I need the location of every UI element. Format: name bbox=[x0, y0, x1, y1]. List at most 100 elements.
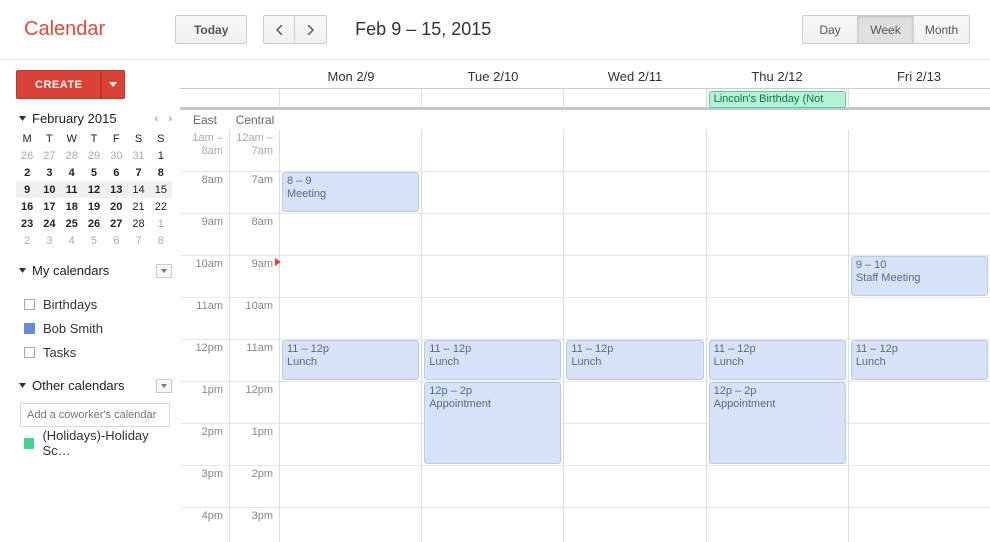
calendar-event[interactable]: 9 – 10Staff Meeting bbox=[851, 256, 988, 296]
view-month-button[interactable]: Month bbox=[914, 15, 970, 44]
minical-day[interactable]: 10 bbox=[38, 181, 60, 198]
minical-day[interactable]: 2 bbox=[16, 164, 38, 181]
minical-day[interactable]: 18 bbox=[61, 198, 83, 215]
allday-cell[interactable]: Lincoln's Birthday (Not bbox=[707, 89, 849, 107]
minical-day[interactable]: 9 bbox=[16, 181, 38, 198]
calendar-event[interactable]: 11 – 12pLunch bbox=[282, 340, 419, 380]
minical-disclose[interactable] bbox=[16, 116, 28, 121]
minical-day[interactable]: 5 bbox=[83, 164, 105, 181]
minical-day[interactable]: 27 bbox=[105, 215, 127, 232]
view-week-button[interactable]: Week bbox=[858, 15, 914, 44]
add-coworker-input[interactable] bbox=[20, 403, 170, 427]
minical-day[interactable]: 3 bbox=[38, 232, 60, 249]
event-time: 11 – 12p bbox=[429, 343, 556, 356]
minical-day[interactable]: 2 bbox=[16, 232, 38, 249]
calendar-event[interactable]: 12p – 2pAppointment bbox=[424, 382, 561, 464]
day-header[interactable]: Thu 2/12 bbox=[706, 69, 848, 88]
other-calendars-menu[interactable] bbox=[156, 379, 172, 393]
day-header[interactable]: Wed 2/11 bbox=[564, 69, 706, 88]
minical-day[interactable]: 28 bbox=[127, 215, 149, 232]
minical-day[interactable]: 22 bbox=[150, 198, 172, 215]
minical-day[interactable]: 14 bbox=[127, 181, 149, 198]
calendar-list-item[interactable]: (Holidays)-Holiday Sc… bbox=[16, 431, 172, 455]
minical-day[interactable]: 16 bbox=[16, 198, 38, 215]
calendar-event[interactable]: 11 – 12pLunch bbox=[424, 340, 561, 380]
view-day-button[interactable]: Day bbox=[802, 15, 858, 44]
my-calendars-disclose[interactable] bbox=[16, 268, 28, 273]
my-calendars-menu[interactable] bbox=[156, 264, 172, 278]
calendar-event[interactable]: 8 – 9Meeting bbox=[282, 172, 419, 212]
minical-prev[interactable]: ‹ bbox=[155, 113, 159, 125]
event-time: 11 – 12p bbox=[856, 343, 983, 356]
minical-day[interactable]: 20 bbox=[105, 198, 127, 215]
next-button[interactable] bbox=[295, 15, 327, 44]
minical-day[interactable]: 25 bbox=[61, 215, 83, 232]
calendar-event[interactable]: 11 – 12pLunch bbox=[709, 340, 846, 380]
minical-day[interactable]: 27 bbox=[38, 147, 60, 164]
minical-day[interactable]: 6 bbox=[105, 164, 127, 181]
allday-cell[interactable] bbox=[280, 89, 422, 107]
other-calendars-disclose[interactable] bbox=[16, 383, 28, 388]
allday-cell[interactable] bbox=[422, 89, 564, 107]
calendar-event[interactable]: 12p – 2pAppointment bbox=[709, 382, 846, 464]
day-header[interactable]: Tue 2/10 bbox=[422, 69, 564, 88]
minical-day[interactable]: 7 bbox=[127, 232, 149, 249]
minical-day[interactable]: 4 bbox=[61, 232, 83, 249]
calendar-color-swatch[interactable] bbox=[24, 299, 35, 310]
tz-label-central: Central bbox=[230, 113, 280, 127]
minical-day[interactable]: 26 bbox=[16, 147, 38, 164]
day-header[interactable]: Fri 2/13 bbox=[848, 69, 990, 88]
minical-day[interactable]: 31 bbox=[127, 147, 149, 164]
minical-day[interactable]: 29 bbox=[83, 147, 105, 164]
minical-day[interactable]: 19 bbox=[83, 198, 105, 215]
minical-day[interactable]: 8 bbox=[150, 232, 172, 249]
minical-day[interactable]: 26 bbox=[83, 215, 105, 232]
minical-day[interactable]: 3 bbox=[38, 164, 60, 181]
time-label-east: 2pm bbox=[180, 424, 229, 466]
minical-day[interactable]: 7 bbox=[127, 164, 149, 181]
allday-cell[interactable] bbox=[564, 89, 706, 107]
minical-day[interactable]: 1 bbox=[150, 147, 172, 164]
allday-cell[interactable] bbox=[849, 89, 990, 107]
mini-calendar[interactable]: MTWTFSS 26272829303112345678910111213141… bbox=[16, 130, 172, 249]
day-column[interactable]: 11 – 12pLunch12p – 2pAppointment bbox=[422, 130, 564, 542]
calendar-color-swatch[interactable] bbox=[24, 323, 35, 334]
time-label-east: 4pm bbox=[180, 508, 229, 542]
event-title: Meeting bbox=[287, 188, 414, 201]
minical-day[interactable]: 24 bbox=[38, 215, 60, 232]
calendar-color-swatch[interactable] bbox=[24, 438, 34, 449]
day-header[interactable]: Mon 2/9 bbox=[280, 69, 422, 88]
minical-day[interactable]: 5 bbox=[83, 232, 105, 249]
create-dropdown-button[interactable] bbox=[101, 70, 125, 99]
create-button[interactable]: CREATE bbox=[16, 70, 101, 99]
prev-button[interactable] bbox=[263, 15, 295, 44]
calendar-event[interactable]: 11 – 12pLunch bbox=[566, 340, 703, 380]
calendar-color-swatch[interactable] bbox=[24, 347, 35, 358]
calendar-event[interactable]: 11 – 12pLunch bbox=[851, 340, 988, 380]
calendar-list-item[interactable]: Tasks bbox=[16, 340, 172, 364]
minical-title: February 2015 bbox=[32, 111, 155, 126]
minical-day[interactable]: 6 bbox=[105, 232, 127, 249]
now-marker-icon bbox=[275, 258, 281, 266]
minical-day[interactable]: 4 bbox=[61, 164, 83, 181]
minical-next[interactable]: › bbox=[168, 113, 172, 125]
day-column[interactable]: 11 – 12pLunch12p – 2pAppointment bbox=[707, 130, 849, 542]
allday-event[interactable]: Lincoln's Birthday (Not bbox=[709, 91, 846, 108]
day-column[interactable]: 9 – 10Staff Meeting 11 – 12pLunch bbox=[849, 130, 990, 542]
minical-day[interactable]: 30 bbox=[105, 147, 127, 164]
minical-day[interactable]: 1 bbox=[150, 215, 172, 232]
minical-day[interactable]: 12 bbox=[83, 181, 105, 198]
minical-day[interactable]: 23 bbox=[16, 215, 38, 232]
minical-day[interactable]: 8 bbox=[150, 164, 172, 181]
minical-day[interactable]: 28 bbox=[61, 147, 83, 164]
minical-day[interactable]: 15 bbox=[150, 181, 172, 198]
minical-day[interactable]: 11 bbox=[61, 181, 83, 198]
minical-day[interactable]: 17 bbox=[38, 198, 60, 215]
day-column[interactable]: 11 – 12pLunch bbox=[564, 130, 706, 542]
day-column[interactable]: 8 – 9Meeting 11 – 12pLunch bbox=[280, 130, 422, 542]
calendar-list-item[interactable]: Bob Smith bbox=[16, 316, 172, 340]
today-button[interactable]: Today bbox=[175, 15, 247, 44]
minical-day[interactable]: 13 bbox=[105, 181, 127, 198]
minical-day[interactable]: 21 bbox=[127, 198, 149, 215]
calendar-list-item[interactable]: Birthdays bbox=[16, 292, 172, 316]
